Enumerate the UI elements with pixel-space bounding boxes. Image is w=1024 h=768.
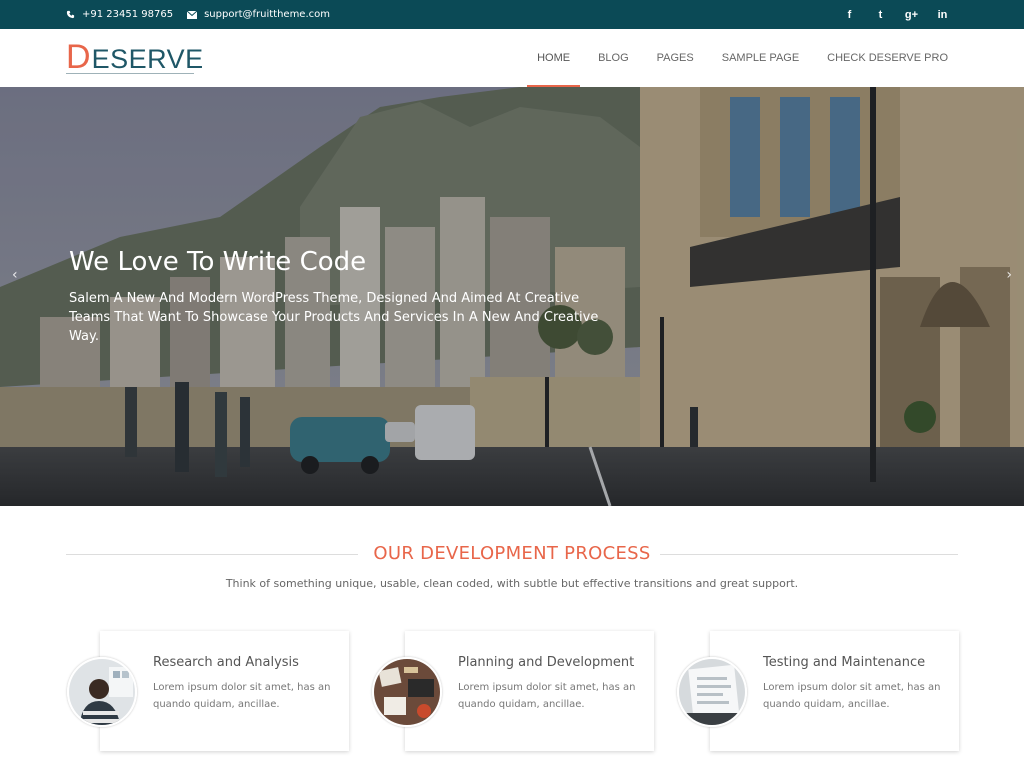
social-links: f t g+ in	[834, 0, 958, 29]
hero-title: We Love To Write Code	[69, 247, 367, 277]
nav-sample-page[interactable]: SAMPLE PAGE	[722, 29, 799, 87]
nav-home[interactable]: HOME	[527, 29, 581, 87]
nav-pages[interactable]: PAGES	[657, 29, 694, 87]
title-divider-right	[660, 554, 958, 555]
process-card-research: Research and Analysis Lorem ipsum dolor …	[100, 631, 349, 751]
card-text: Lorem ipsum dolor sit amet, has an quand…	[458, 682, 636, 710]
card-text: Lorem ipsum dolor sit amet, has an quand…	[763, 682, 941, 710]
logo-text: ESERVE	[91, 44, 204, 74]
card-title: Planning and Development	[458, 655, 635, 670]
hero-slider: ‹ › We Love To Write Code Salem A New An…	[0, 87, 1024, 506]
twitter-icon[interactable]: t	[865, 9, 896, 21]
logo-initial: D	[66, 38, 91, 76]
process-card-planning: Planning and Development Lorem ipsum dol…	[405, 631, 654, 751]
slider-prev-arrow[interactable]: ‹	[12, 267, 18, 283]
contact-info: +91 23451 98765 support@fruittheme.com	[66, 0, 344, 29]
phone-contact[interactable]: +91 23451 98765	[66, 9, 173, 20]
research-thumbnail	[67, 657, 137, 727]
site-header: D ESERVE HOME BLOG PAGES SAMPLE PAGE CHE…	[0, 29, 1024, 87]
section-subtitle: Think of something unique, usable, clean…	[225, 577, 799, 590]
phone-icon	[66, 10, 75, 19]
testing-thumbnail	[677, 657, 747, 727]
slider-next-arrow[interactable]: ›	[1006, 267, 1012, 283]
top-bar: +91 23451 98765 support@fruittheme.com f…	[0, 0, 1024, 29]
card-title: Testing and Maintenance	[763, 655, 926, 670]
main-nav: HOME BLOG PAGES SAMPLE PAGE CHECK DESERV…	[509, 29, 948, 87]
envelope-icon	[187, 10, 198, 19]
google-plus-icon[interactable]: g+	[896, 9, 927, 21]
site-logo[interactable]: D ESERVE	[66, 38, 204, 76]
nav-check-deserve-pro[interactable]: CHECK DESERVE PRO	[827, 29, 948, 87]
phone-number: +91 23451 98765	[82, 9, 174, 20]
nav-blog[interactable]: BLOG	[598, 29, 629, 87]
hero-description: Salem A New And Modern WordPress Theme, …	[69, 291, 599, 344]
process-card-testing: Testing and Maintenance Lorem ipsum dolo…	[710, 631, 959, 751]
email-address: support@fruittheme.com	[204, 9, 330, 20]
card-title: Research and Analysis	[153, 655, 299, 670]
process-section-header: OUR DEVELOPMENT PROCESS	[66, 541, 958, 567]
logo-underline	[66, 73, 194, 74]
linkedin-icon[interactable]: in	[927, 9, 958, 21]
planning-thumbnail	[372, 657, 442, 727]
card-text: Lorem ipsum dolor sit amet, has an quand…	[153, 682, 331, 710]
facebook-icon[interactable]: f	[834, 9, 865, 21]
email-contact[interactable]: support@fruittheme.com	[187, 9, 330, 20]
